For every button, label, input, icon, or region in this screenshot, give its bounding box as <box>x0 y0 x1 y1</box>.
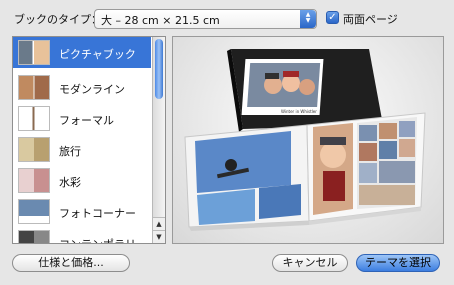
choose-theme-button[interactable]: テーマを選択 <box>356 254 440 272</box>
theme-label: 水彩 <box>59 176 81 189</box>
scroll-down-arrow-icon[interactable]: ▼ <box>153 230 165 243</box>
contemporary-thumbnail <box>18 230 50 243</box>
theme-item-contemporary[interactable]: コンテンポラリー <box>13 227 151 243</box>
theme-item-watercolor[interactable]: 水彩 <box>13 165 151 196</box>
modern-line-thumbnail <box>18 75 50 100</box>
book-type-select[interactable]: 大 – 28 cm × 21.5 cm ▲ ▼ <box>94 9 317 29</box>
double-sided-label: 両面ページ <box>343 13 398 26</box>
photo-book-illustration: Winter in Whistler <box>184 49 426 231</box>
theme-item-modern-line[interactable]: モダンライン <box>13 72 151 103</box>
theme-preview: Winter in Whistler <box>172 36 444 244</box>
travel-thumbnail <box>18 137 50 162</box>
theme-label: フォトコーナー <box>59 207 136 220</box>
cover-caption: Winter in Whistler <box>281 109 317 114</box>
theme-list[interactable]: ピクチャブック モダンライン フォーマル 旅行 水彩 フォトコーナー コンテンポ… <box>12 36 166 244</box>
specs-and-pricing-button[interactable]: 仕様と価格... <box>12 254 130 272</box>
book-type-label: ブックのタイプ： <box>14 13 102 26</box>
theme-label: 旅行 <box>59 145 81 158</box>
theme-list-scrollbar[interactable]: ▲ ▼ <box>152 37 165 243</box>
theme-item-photo-corner[interactable]: フォトコーナー <box>13 196 151 227</box>
watercolor-thumbnail <box>18 168 50 193</box>
theme-label: ピクチャブック <box>59 48 136 61</box>
double-sided-checkbox[interactable]: ✓ <box>326 11 339 24</box>
theme-item-picture-book[interactable]: ピクチャブック <box>13 37 151 68</box>
up-down-arrows-icon: ▲ ▼ <box>300 10 316 28</box>
open-book <box>184 112 426 231</box>
scroll-up-arrow-icon[interactable]: ▲ <box>153 217 165 230</box>
picture-book-thumbnail <box>18 40 50 65</box>
theme-label: フォーマル <box>59 114 114 127</box>
theme-label: コンテンポラリー <box>59 236 147 243</box>
scroll-thumb[interactable] <box>155 39 163 99</box>
theme-item-travel[interactable]: 旅行 <box>13 134 151 165</box>
photo-corner-thumbnail <box>18 199 50 224</box>
cancel-button[interactable]: キャンセル <box>272 254 348 272</box>
book-type-value: 大 – 28 cm × 21.5 cm <box>101 14 220 27</box>
formal-thumbnail <box>18 106 50 131</box>
theme-item-formal[interactable]: フォーマル <box>13 103 151 134</box>
theme-label: モダンライン <box>59 83 125 96</box>
